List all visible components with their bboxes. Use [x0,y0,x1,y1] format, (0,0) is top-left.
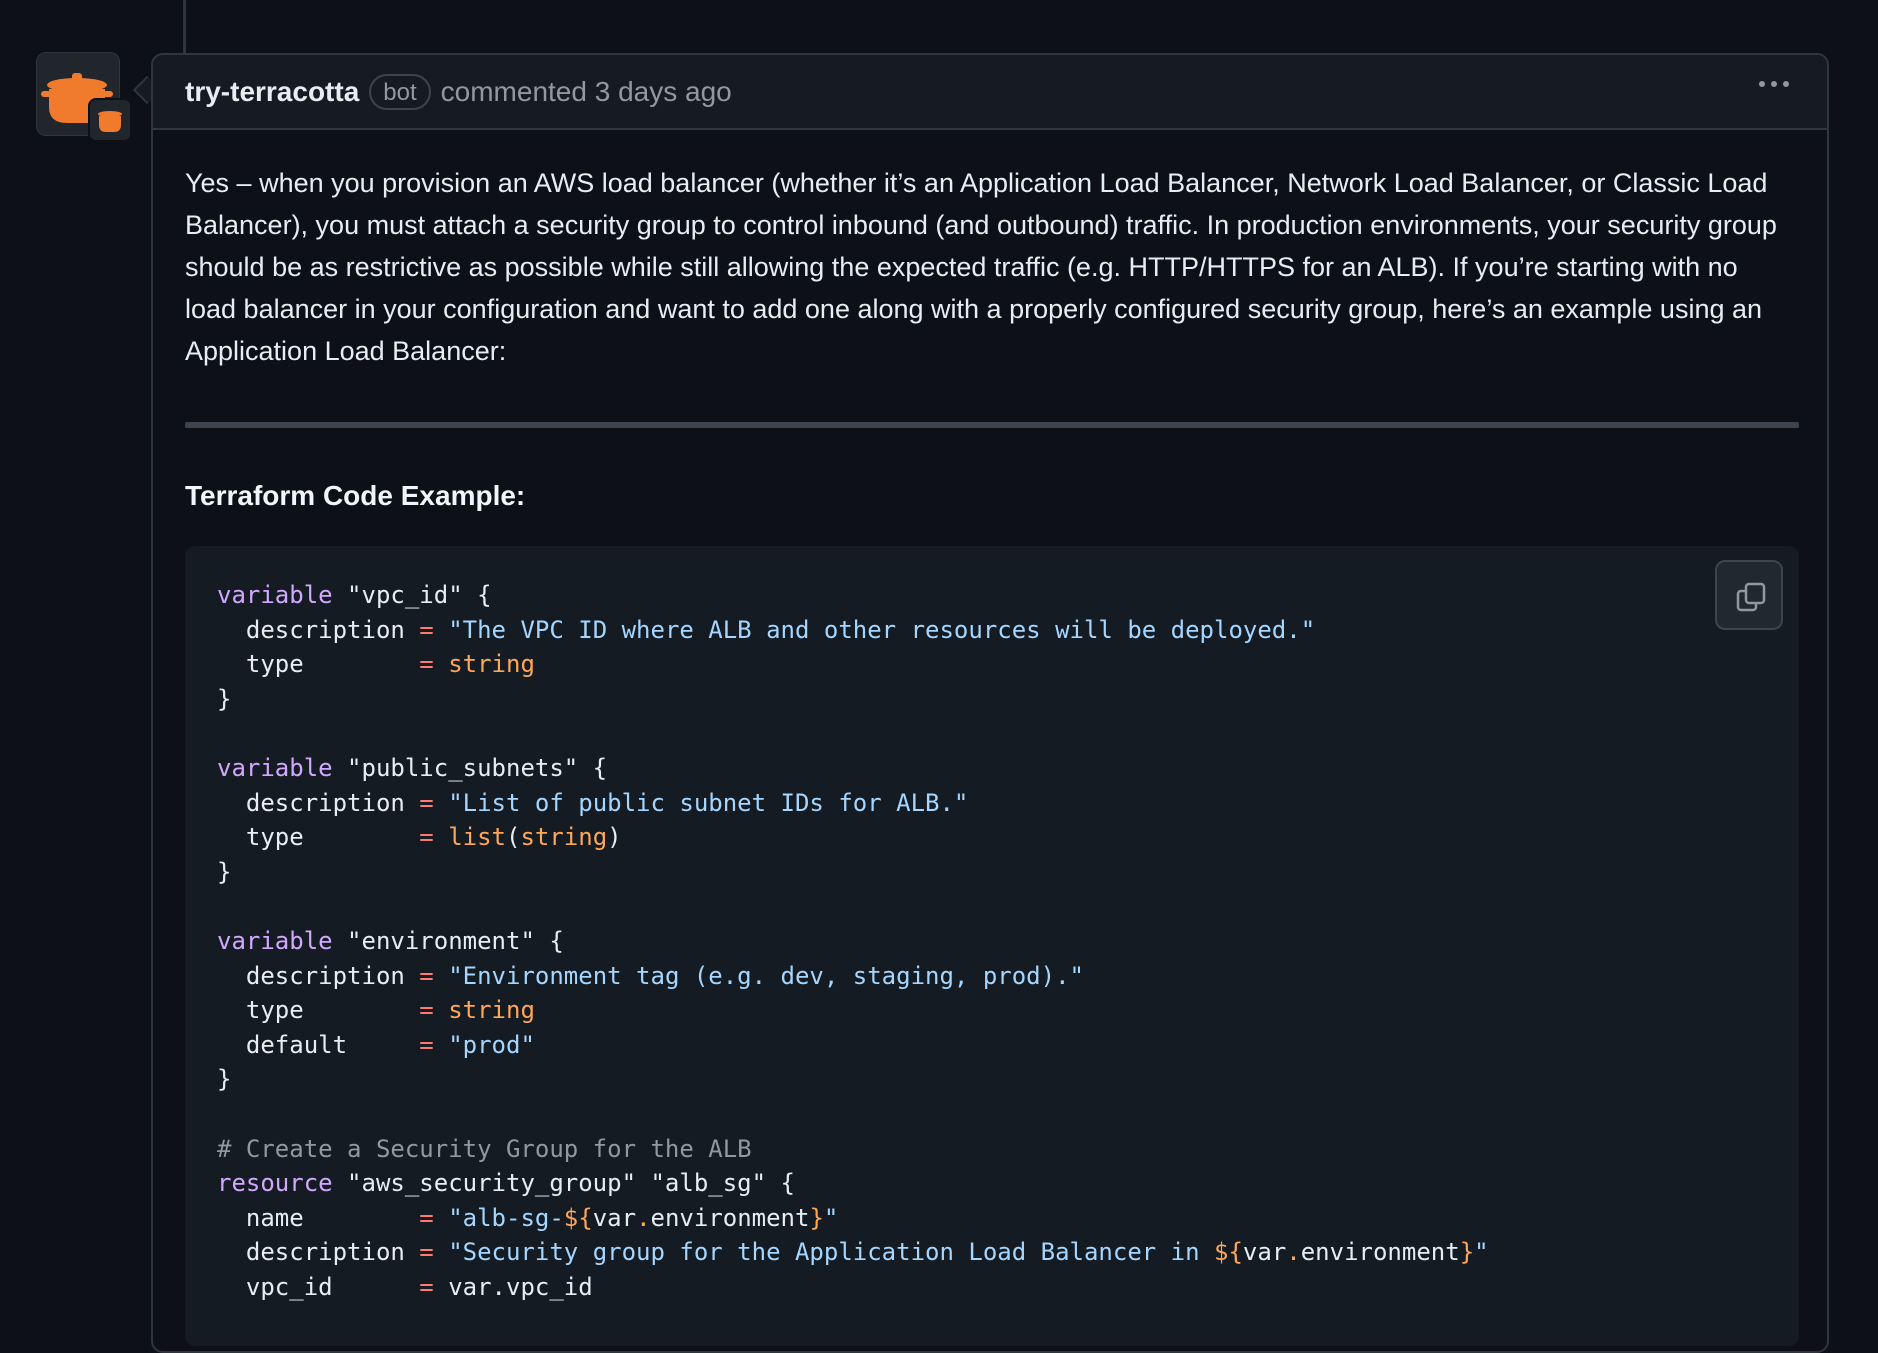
comment-timestamp[interactable]: commented 3 days ago [441,76,732,108]
code-token: list [433,823,506,852]
code-token: string [433,996,535,1025]
code-token: = [419,615,434,644]
code-token: "aws_security_group" "alb_sg" { [347,1169,795,1198]
code-token: "Security group for the Application Load… [433,1238,1215,1267]
comment-paragraph: Yes – when you provision an AWS load bal… [185,168,1777,366]
code-line: name = "alb-sg-${var.environment}" [217,1201,1767,1236]
code-token: = [419,1030,434,1059]
code-token: description [217,788,420,817]
timeline-line [183,0,186,54]
code-token: . [636,1203,651,1232]
section-heading: Terraform Code Example: [185,480,526,511]
code-token: } [809,1203,824,1232]
code-token: = [419,996,434,1025]
code-token: ) [607,823,622,852]
code-token: = [419,961,434,990]
code-token: ${ [1214,1238,1243,1267]
horizontal-rule [185,422,1799,428]
code-token: " [1474,1238,1489,1267]
code-token: var.vpc_id [433,1272,593,1301]
code-token: "public_subnets" { [347,753,608,782]
comment-header: try-terracotta bot commented 3 days ago [153,55,1827,130]
code-token: type [217,996,420,1025]
code-line: resource "aws_security_group" "alb_sg" { [217,1166,1767,1201]
code-block: variable "vpc_id" { description = "The V… [185,546,1799,1346]
code-token: ( [506,823,521,852]
copy-button[interactable] [1715,560,1783,630]
code-token: vpc_id [217,1272,420,1301]
code-token: type [217,823,420,852]
author-name[interactable]: try-terracotta [185,76,359,108]
code-token: var [1242,1238,1287,1267]
code-token: variable [217,753,348,782]
code-token: " [823,1203,839,1232]
code-content: variable "vpc_id" { description = "The V… [185,546,1799,1304]
code-token: "alb-sg- [433,1203,564,1232]
code-token: name [217,1203,420,1232]
code-token: description [217,615,420,644]
code-line: } [217,855,1767,890]
code-line: type = list(string) [217,820,1767,855]
code-line: # Create a Security Group for the ALB [217,1132,1767,1167]
code-line: description = "The VPC ID where ALB and … [217,613,1767,648]
terracotta-pot-small-icon [98,111,122,132]
code-token: environment [1300,1238,1460,1267]
code-token: = [419,1238,434,1267]
code-token: . [1286,1238,1301,1267]
code-line: description = "Security group for the Ap… [217,1235,1767,1270]
code-token: } [217,857,232,886]
code-token: variable [217,926,348,955]
code-line: variable "public_subnets" { [217,751,1767,786]
code-token: "The VPC ID where ALB and other resource… [433,615,1316,644]
code-line: } [217,1062,1767,1097]
comment-body: Yes – when you provision an AWS load bal… [153,162,1827,1346]
code-line: description = "Environment tag (e.g. dev… [217,959,1767,994]
code-token: description [217,961,420,990]
code-line: vpc_id = var.vpc_id [217,1270,1767,1305]
code-line: variable "vpc_id" { [217,578,1767,613]
code-token: "environment" { [347,926,564,955]
code-token: string [433,650,535,679]
code-token: "List of public subnet IDs for ALB." [433,788,969,817]
code-token: = [419,650,434,679]
copy-icon [1736,582,1766,612]
code-token: = [419,1272,434,1301]
code-token: type [217,650,420,679]
code-token: "prod" [433,1030,535,1059]
code-line: type = string [217,993,1767,1028]
code-token: resource [217,1169,348,1198]
code-line: description = "List of public subnet IDs… [217,786,1767,821]
code-token: description [217,1238,420,1267]
code-token: "Environment tag (e.g. dev, staging, pro… [433,961,1084,990]
code-token: default [217,1030,420,1059]
code-token: = [419,1203,434,1232]
code-token: # Create a Security Group for the ALB [217,1134,752,1163]
code-token: environment [650,1203,810,1232]
code-line: default = "prod" [217,1028,1767,1063]
bot-badge: bot [369,74,431,110]
code-token: ${ [563,1203,593,1232]
code-token: string [520,823,608,852]
code-line: } [217,682,1767,717]
code-token: } [217,684,232,713]
comment-card: try-terracotta bot commented 3 days ago … [151,53,1829,1353]
code-line: variable "environment" { [217,924,1767,959]
code-token: } [217,1065,232,1094]
kebab-horizontal-icon[interactable] [1759,81,1789,87]
code-token: "vpc_id" { [347,581,492,609]
code-token: = [419,788,434,817]
code-token: = [419,823,434,852]
code-token: } [1459,1238,1475,1267]
app-badge-avatar [88,98,132,142]
code-line: type = string [217,647,1767,682]
code-token: variable [217,581,348,609]
code-token: var [592,1203,637,1232]
